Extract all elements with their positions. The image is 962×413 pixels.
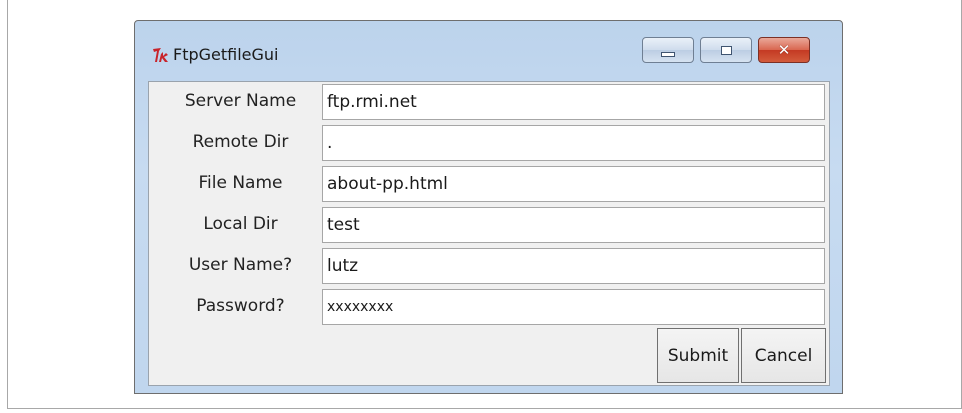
- password-label: Password?: [196, 296, 285, 316]
- remote-dir-input[interactable]: [322, 125, 825, 161]
- form-panel: Server Name Remote Dir File Name Local D…: [148, 81, 830, 386]
- server-name-label: Server Name: [184, 91, 297, 111]
- remote-dir-label: Remote Dir: [192, 132, 289, 152]
- row-local-dir: Local Dir: [149, 205, 829, 245]
- row-remote-dir: Remote Dir: [149, 123, 829, 163]
- minimize-button[interactable]: [642, 37, 694, 63]
- button-bar: Submit Cancel: [149, 328, 829, 385]
- app-window: FtpGetfileGui ✕ Server Name Remote Dir F…: [134, 20, 843, 394]
- maximize-button[interactable]: [700, 37, 752, 63]
- user-name-input[interactable]: [322, 248, 825, 284]
- close-button[interactable]: ✕: [758, 37, 810, 63]
- password-input[interactable]: [322, 289, 825, 325]
- row-password: Password?: [149, 287, 829, 327]
- user-name-label: User Name?: [188, 255, 293, 275]
- row-user-name: User Name?: [149, 246, 829, 286]
- cancel-button[interactable]: Cancel: [741, 328, 826, 383]
- close-icon: ✕: [777, 41, 791, 59]
- row-server-name: Server Name: [149, 82, 829, 122]
- local-dir-label: Local Dir: [203, 214, 278, 234]
- maximize-icon: [720, 45, 732, 55]
- server-name-input[interactable]: [322, 84, 825, 120]
- title-bar[interactable]: FtpGetfileGui ✕: [135, 21, 842, 77]
- local-dir-input[interactable]: [322, 207, 825, 243]
- file-name-input[interactable]: [322, 166, 825, 202]
- tk-feather-icon: [152, 46, 170, 64]
- submit-button[interactable]: Submit: [657, 328, 739, 383]
- minimize-icon: [661, 52, 675, 57]
- file-name-label: File Name: [198, 173, 283, 193]
- row-file-name: File Name: [149, 164, 829, 204]
- window-title: FtpGetfileGui: [173, 45, 279, 64]
